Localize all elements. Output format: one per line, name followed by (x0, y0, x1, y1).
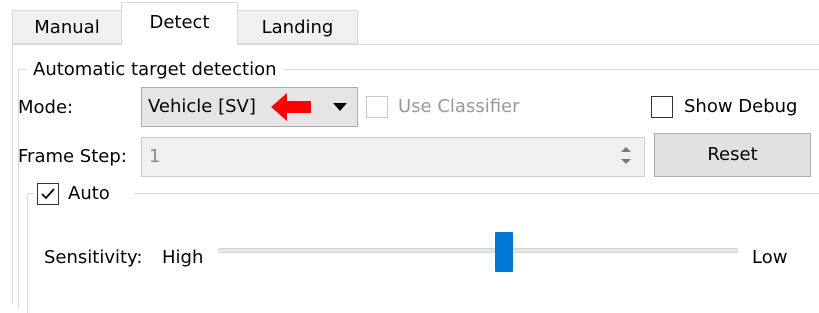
auto-group-header: Auto (34, 180, 134, 208)
chevron-down-icon[interactable] (333, 103, 347, 111)
detection-group-title: Automatic target detection (27, 58, 283, 82)
sensitivity-low-label: Low (752, 247, 788, 268)
mode-label: Mode: (18, 97, 74, 118)
spin-up-icon[interactable] (621, 147, 631, 152)
use-classifier-checkbox[interactable] (366, 96, 388, 118)
spin-buttons[interactable] (616, 144, 636, 170)
frame-step-label: Frame Step: (18, 146, 127, 167)
sensitivity-slider-track[interactable] (218, 248, 738, 253)
use-classifier-label: Use Classifier (398, 96, 520, 117)
mode-selected-value: Vehicle [SV] (148, 96, 256, 117)
sensitivity-label: Sensitivity: (44, 247, 143, 268)
tab-landing[interactable]: Landing (237, 10, 358, 44)
checkmark-icon (41, 188, 55, 200)
red-arrow-icon (271, 93, 311, 121)
spin-down-icon[interactable] (621, 159, 631, 164)
auto-checkbox[interactable] (37, 183, 59, 205)
sensitivity-slider-thumb[interactable] (495, 232, 513, 272)
auto-group (27, 193, 819, 313)
sensitivity-high-label: High (162, 247, 204, 268)
show-debug-checkbox[interactable] (651, 96, 673, 118)
frame-step-value: 1 (149, 146, 161, 167)
tab-manual[interactable]: Manual (12, 10, 122, 44)
frame-step-spinbox[interactable]: 1 (141, 137, 645, 177)
tab-strip: Manual Detect Landing (0, 0, 819, 45)
reset-button[interactable]: Reset (654, 133, 811, 177)
mode-dropdown[interactable]: Vehicle [SV] (141, 87, 358, 127)
show-debug-label: Show Debug (684, 96, 798, 117)
auto-label: Auto (68, 183, 110, 204)
tab-detect[interactable]: Detect (121, 2, 238, 45)
